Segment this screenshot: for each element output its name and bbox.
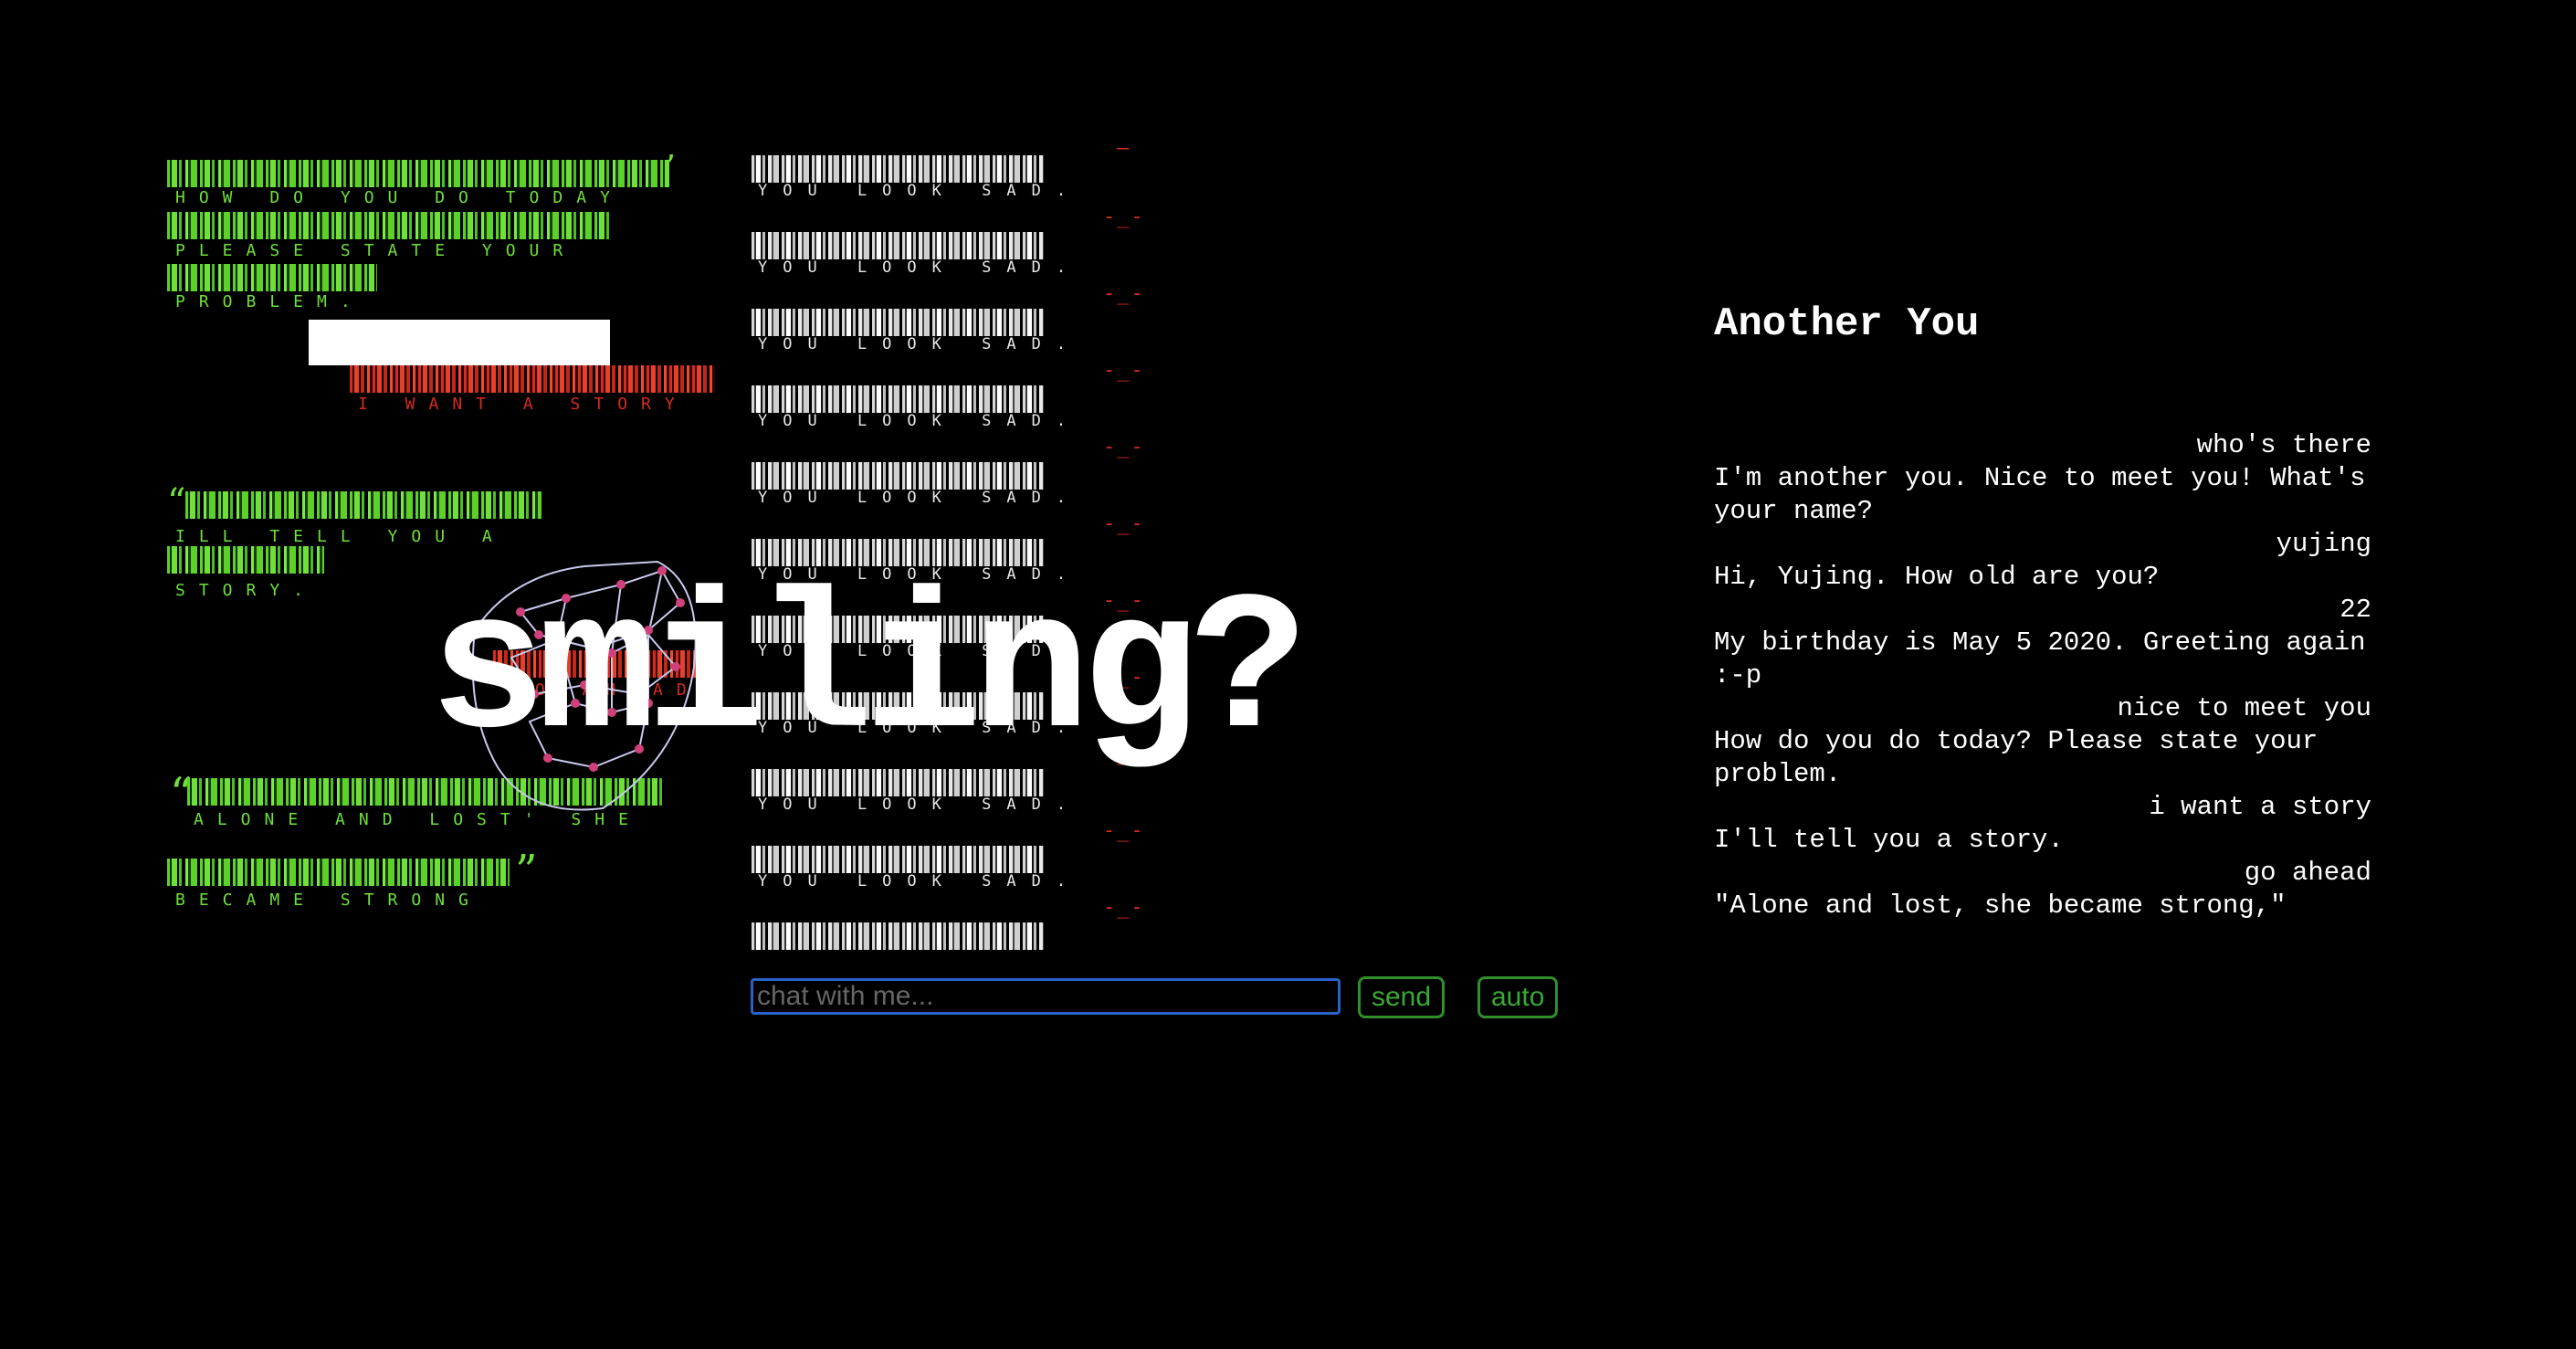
- barcode-line-6: [167, 546, 324, 574]
- barcode-line-5: [185, 491, 541, 519]
- auto-button[interactable]: auto: [1477, 976, 1559, 1018]
- left-line-6: STORY.: [175, 581, 318, 600]
- look-sad-label-5: YOU LOOK SAD.: [758, 489, 1082, 507]
- look-sad-label-9: YOU LOOK SAD.: [758, 796, 1082, 814]
- left-line-2: PLEASE STATE YOUR: [175, 241, 577, 260]
- red-tick: -_-: [1103, 359, 1145, 382]
- look-sad-label-10: YOU LOOK SAD.: [758, 872, 1082, 891]
- bot-message: Hi, Yujing. How old are you?: [1714, 562, 2160, 592]
- bot-message: My birthday is May 5 2020. Greeting agai…: [1714, 627, 2366, 690]
- user-message: 22: [2339, 595, 2371, 625]
- user-message: i want a story: [2149, 792, 2371, 822]
- quote-mark: ’: [665, 148, 677, 188]
- red-tick: -_-: [1103, 512, 1145, 535]
- white-block: [309, 320, 610, 365]
- red-tick: -_-: [1103, 896, 1145, 919]
- bot-message: I'm another you. Nice to meet you! What'…: [1714, 463, 2366, 526]
- red-tick: -_-: [1103, 206, 1145, 228]
- bot-message: I'll tell you a story.: [1714, 825, 2064, 855]
- look-sad-label-2: YOU LOOK SAD.: [758, 258, 1082, 277]
- left-line-1: HOW DO YOU DO TODAY: [175, 188, 624, 207]
- look-sad-label-4: YOU LOOK SAD.: [758, 412, 1082, 430]
- barcode-white-2: [752, 232, 1044, 259]
- open-quote-1: “: [167, 481, 186, 523]
- user-message: nice to meet you: [2117, 693, 2371, 723]
- red-tick: -_-: [1103, 436, 1145, 458]
- barcode-white-11: [752, 922, 1044, 950]
- user-message: go ahead: [2244, 858, 2371, 888]
- chat-log: who's there I'm another you. Nice to mee…: [1714, 429, 2371, 922]
- barcode-line-9: [167, 859, 510, 886]
- close-quote: ”: [515, 846, 538, 897]
- barcode-line-1: [167, 160, 669, 187]
- overlay-word: smiling?: [429, 562, 1308, 785]
- barcode-line-2: [167, 212, 610, 239]
- barcode-white-1: [752, 155, 1044, 183]
- barcode-red-1: [350, 365, 715, 393]
- barcode-white-10: [752, 846, 1044, 873]
- barcode-white-5: [752, 462, 1044, 490]
- bot-message: How do you do today? Please state your p…: [1714, 726, 2318, 789]
- chat-input[interactable]: [751, 978, 1341, 1015]
- barcode-white-3: [752, 309, 1044, 336]
- bot-message: "Alone and lost, she became strong,": [1714, 891, 2287, 921]
- look-sad-label-1: YOU LOOK SAD.: [758, 182, 1082, 200]
- user-message: who's there: [2196, 430, 2371, 460]
- red-tick: -_-: [1103, 282, 1145, 305]
- look-sad-label-3: YOU LOOK SAD.: [758, 335, 1082, 353]
- user-message: yujing: [2276, 529, 2371, 559]
- send-button[interactable]: send: [1358, 976, 1446, 1018]
- barcode-line-3: [167, 264, 377, 291]
- left-line-4: I WANT A STORY: [358, 395, 689, 414]
- left-line-5: ILL TELL YOU A: [175, 527, 506, 546]
- red-tick: -_-: [1103, 819, 1145, 842]
- left-line-9: BECAME STRONG: [175, 891, 482, 910]
- red-tick: —: [1117, 137, 1131, 160]
- left-line-3: PROBLEM.: [175, 292, 364, 311]
- page-title: Another You: [1714, 301, 1980, 347]
- barcode-white-4: [752, 385, 1044, 413]
